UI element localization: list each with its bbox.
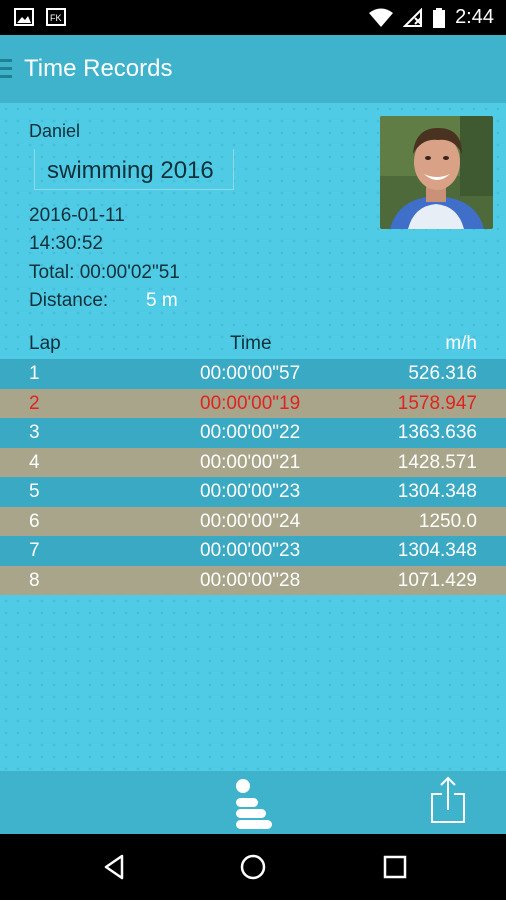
table-row[interactable]: 7 00:00'00"23 1304.348: [0, 536, 506, 566]
athlete-name: Daniel: [29, 121, 81, 141]
distance-value: 5 m: [146, 290, 178, 311]
wifi-icon: [369, 8, 394, 27]
lap-time: 00:00'00"23: [200, 481, 301, 502]
image-icon: [14, 8, 34, 26]
header-speed: m/h: [445, 333, 477, 354]
header-lap: Lap: [29, 333, 61, 354]
table-row[interactable]: 1 00:00'00"57 526.316: [0, 359, 506, 389]
battery-icon: [433, 7, 446, 28]
table-row[interactable]: 2 00:00'00"19 1578.947: [0, 388, 506, 418]
lap-time: 00:00'00"22: [200, 422, 301, 443]
app-bar: Time Records: [0, 35, 506, 103]
lap-number: 3: [29, 422, 40, 443]
lap-speed: 1304.348: [397, 481, 477, 502]
home-icon[interactable]: [238, 852, 268, 882]
share-icon[interactable]: [428, 774, 468, 826]
lap-speed: 1250.0: [418, 510, 477, 532]
record-time: 14:30:52: [29, 233, 103, 254]
lap-time: 00:00'00"28: [200, 569, 301, 591]
lap-time: 00:00'00"24: [200, 510, 301, 532]
event-name: swimming 2016: [47, 157, 214, 184]
table-row[interactable]: 5 00:00'00"23 1304.348: [0, 477, 506, 507]
lap-speed: 1363.636: [397, 422, 477, 443]
table-row[interactable]: 3 00:00'00"22 1363.636: [0, 418, 506, 448]
back-icon[interactable]: [100, 852, 130, 882]
lap-time: 00:00'00"23: [200, 540, 301, 561]
menu-handle-icon[interactable]: [0, 59, 12, 79]
lap-table: 1 00:00'00"57 526.316 2 00:00'00"19 1578…: [0, 359, 506, 595]
lap-number: 2: [29, 392, 40, 414]
table-row[interactable]: 4 00:00'00"21 1428.571: [0, 447, 506, 477]
lap-number: 7: [29, 540, 40, 561]
lap-time: 00:00'00"19: [200, 392, 301, 414]
status-time: 2:44: [455, 6, 494, 28]
table-row[interactable]: 8 00:00'00"28 1071.429: [0, 565, 506, 595]
podium-icon[interactable]: [232, 775, 274, 831]
recents-icon[interactable]: [380, 852, 410, 882]
status-bar: FK 2:44: [0, 0, 506, 35]
fk-app-icon: FK: [46, 8, 66, 26]
bottom-toolbar: [0, 771, 506, 834]
distance-label: Distance:: [29, 290, 109, 311]
record-date: 2016-01-11: [29, 205, 125, 226]
lap-number: 5: [29, 481, 40, 502]
navigation-bar: [0, 834, 506, 900]
lap-speed: 1578.947: [397, 392, 477, 414]
lap-speed: 526.316: [408, 363, 477, 384]
avatar[interactable]: [380, 116, 493, 229]
table-row[interactable]: 6 00:00'00"24 1250.0: [0, 506, 506, 536]
lap-number: 6: [29, 510, 40, 532]
lap-speed: 1071.429: [397, 569, 477, 591]
lap-number: 1: [29, 363, 40, 384]
lap-time: 00:00'00"21: [200, 451, 301, 473]
lap-speed: 1304.348: [397, 540, 477, 561]
lap-time: 00:00'00"57: [200, 363, 301, 384]
page-title: Time Records: [24, 55, 173, 82]
record-detail: Daniel swimming 2016 2016-01-11 14:30:52…: [0, 103, 506, 771]
lap-speed: 1428.571: [397, 451, 477, 473]
record-total: Total: 00:00'02"51: [29, 262, 180, 283]
header-time: Time: [230, 333, 272, 354]
event-field[interactable]: swimming 2016: [34, 149, 234, 190]
lap-number: 8: [29, 569, 40, 591]
svg-text:FK: FK: [50, 13, 62, 23]
lap-number: 4: [29, 451, 40, 473]
no-signal-icon: [403, 7, 423, 27]
